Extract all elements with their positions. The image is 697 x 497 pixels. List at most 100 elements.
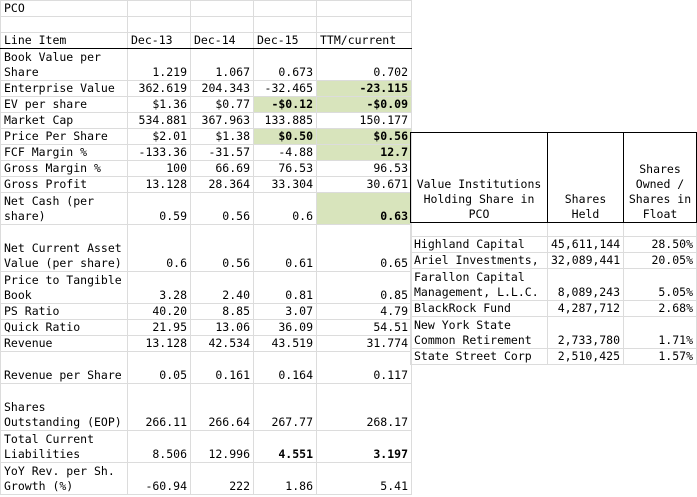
institution-pct[interactable]: 1.57%: [623, 348, 697, 365]
institution-pct[interactable]: 5.05%: [623, 268, 697, 301]
value-cell[interactable]: 1.067: [190, 48, 254, 81]
value-cell[interactable]: 133.885: [253, 112, 317, 129]
value-cell[interactable]: 0.61: [253, 224, 317, 272]
value-cell[interactable]: 267.77: [253, 383, 317, 431]
value-cell[interactable]: 0.81: [253, 271, 317, 304]
value-cell[interactable]: $0.56: [316, 128, 412, 145]
header-dec-14[interactable]: Dec-14: [190, 32, 254, 49]
value-cell[interactable]: 8.85: [190, 303, 254, 320]
value-cell[interactable]: 28.364: [190, 176, 254, 193]
value-cell[interactable]: 13.128: [127, 335, 191, 352]
row-label[interactable]: Price Per Share: [0, 128, 128, 145]
value-cell[interactable]: 42.534: [190, 335, 254, 352]
value-cell[interactable]: 4.551: [253, 430, 317, 463]
value-cell[interactable]: 0.56: [190, 224, 254, 272]
institution-shares[interactable]: 2,733,780: [547, 316, 624, 349]
value-cell[interactable]: 100: [127, 160, 191, 177]
row-label[interactable]: Net Current Asset Value (per share): [0, 224, 128, 272]
value-cell[interactable]: 0.63: [316, 192, 412, 225]
value-cell[interactable]: 76.53: [253, 160, 317, 177]
value-cell[interactable]: -23.115: [316, 80, 412, 97]
value-cell[interactable]: 0.6: [127, 224, 191, 272]
value-cell[interactable]: $1.36: [127, 96, 191, 113]
row-label[interactable]: Gross Profit: [0, 176, 128, 193]
institution-name[interactable]: State Street Corp: [410, 348, 548, 365]
value-cell[interactable]: 13.06: [190, 319, 254, 336]
value-cell[interactable]: 30.671: [316, 176, 412, 193]
institution-pct[interactable]: 1.71%: [623, 316, 697, 349]
institution-shares[interactable]: 8,089,243: [547, 268, 624, 301]
row-label[interactable]: Revenue: [0, 335, 128, 352]
value-cell[interactable]: -32.465: [253, 80, 317, 97]
value-cell[interactable]: 2.40: [190, 271, 254, 304]
value-cell[interactable]: 266.64: [190, 383, 254, 431]
value-cell[interactable]: 5.41: [316, 462, 412, 495]
value-cell[interactable]: 54.51: [316, 319, 412, 336]
header-ttm[interactable]: TTM/current: [316, 32, 412, 49]
value-cell[interactable]: $0.50: [253, 128, 317, 145]
header-dec-13[interactable]: Dec-13: [127, 32, 191, 49]
row-label[interactable]: EV per share: [0, 96, 128, 113]
value-cell[interactable]: 21.95: [127, 319, 191, 336]
institution-name[interactable]: BlackRock Fund: [410, 300, 548, 317]
value-cell[interactable]: -$0.12: [253, 96, 317, 113]
value-cell[interactable]: 534.881: [127, 112, 191, 129]
value-cell[interactable]: 150.177: [316, 112, 412, 129]
value-cell[interactable]: 266.11: [127, 383, 191, 431]
value-cell[interactable]: 12.996: [190, 430, 254, 463]
value-cell[interactable]: 1.219: [127, 48, 191, 81]
value-cell[interactable]: 96.53: [316, 160, 412, 177]
value-cell[interactable]: -$0.09: [316, 96, 412, 113]
value-cell[interactable]: 3.07: [253, 303, 317, 320]
value-cell[interactable]: -133.36: [127, 144, 191, 161]
row-label[interactable]: Market Cap: [0, 112, 128, 129]
value-cell[interactable]: 0.117: [316, 351, 412, 384]
value-cell[interactable]: 0.6: [253, 192, 317, 225]
row-label[interactable]: YoY Rev. per Sh. Growth (%): [0, 462, 128, 495]
value-cell[interactable]: 0.05: [127, 351, 191, 384]
value-cell[interactable]: 222: [190, 462, 254, 495]
inst-header-pct[interactable]: Shares Owned / Shares in Float: [623, 132, 697, 223]
header-line-item[interactable]: Line Item: [0, 32, 128, 49]
value-cell[interactable]: 0.59: [127, 192, 191, 225]
value-cell[interactable]: -4.88: [253, 144, 317, 161]
row-label[interactable]: Enterprise Value: [0, 80, 128, 97]
value-cell[interactable]: 0.673: [253, 48, 317, 81]
row-label[interactable]: Book Value per Share: [0, 48, 128, 81]
row-label[interactable]: Net Cash (per share): [0, 192, 128, 225]
row-label[interactable]: Price to Tangible Book: [0, 271, 128, 304]
value-cell[interactable]: 43.519: [253, 335, 317, 352]
institution-shares[interactable]: 45,611,144: [547, 236, 624, 253]
institution-name[interactable]: Highland Capital: [410, 236, 548, 253]
row-label[interactable]: FCF Margin %: [0, 144, 128, 161]
value-cell[interactable]: 367.963: [190, 112, 254, 129]
value-cell[interactable]: 0.56: [190, 192, 254, 225]
value-cell[interactable]: $1.38: [190, 128, 254, 145]
institution-shares[interactable]: 32,089,441: [547, 252, 624, 269]
value-cell[interactable]: 0.65: [316, 224, 412, 272]
value-cell[interactable]: 36.09: [253, 319, 317, 336]
value-cell[interactable]: 31.774: [316, 335, 412, 352]
value-cell[interactable]: 0.85: [316, 271, 412, 304]
institution-name[interactable]: Farallon Capital Management, L.L.C.: [410, 268, 548, 301]
value-cell[interactable]: $0.77: [190, 96, 254, 113]
value-cell[interactable]: $2.01: [127, 128, 191, 145]
value-cell[interactable]: 268.17: [316, 383, 412, 431]
institution-pct[interactable]: 20.05%: [623, 252, 697, 269]
inst-header-name[interactable]: Value Institutions Holding Share in PCO: [410, 132, 548, 223]
institution-shares[interactable]: 4,287,712: [547, 300, 624, 317]
value-cell[interactable]: 8.506: [127, 430, 191, 463]
row-label[interactable]: Quick Ratio: [0, 319, 128, 336]
row-label[interactable]: PS Ratio: [0, 303, 128, 320]
row-label[interactable]: Shares Outstanding (EOP): [0, 383, 128, 431]
value-cell[interactable]: 0.164: [253, 351, 317, 384]
value-cell[interactable]: 33.304: [253, 176, 317, 193]
row-label[interactable]: Total Current Liabilities: [0, 430, 128, 463]
value-cell[interactable]: 40.20: [127, 303, 191, 320]
value-cell[interactable]: 204.343: [190, 80, 254, 97]
institution-name[interactable]: Ariel Investments,: [410, 252, 548, 269]
sheet-title-cell[interactable]: PCO: [0, 0, 128, 17]
institution-pct[interactable]: 2.68%: [623, 300, 697, 317]
value-cell[interactable]: 4.79: [316, 303, 412, 320]
inst-header-shares[interactable]: Shares Held: [547, 132, 624, 223]
